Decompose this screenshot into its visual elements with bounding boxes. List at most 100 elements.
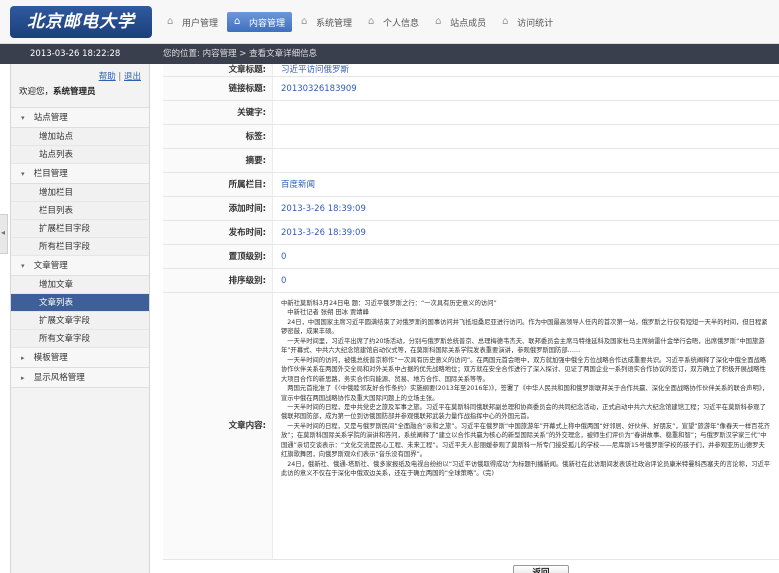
link-label: 链接标题: xyxy=(163,77,273,100)
chevron-left-icon: ◂ xyxy=(1,228,6,237)
nav-content-management[interactable]: ⌂ 内容管理 xyxy=(227,12,293,32)
sidebar: 帮助 | 退出 欢迎您，系统管理员 ▾ 站点管理 增加站点 站点列表 ▾ 栏目管… xyxy=(10,64,150,573)
tags-value xyxy=(273,125,779,148)
logout-link[interactable]: 退出 xyxy=(124,72,141,82)
home-icon: ⌂ xyxy=(435,16,442,27)
main-nav: ⌂ 用户管理 ⌂ 内容管理 ⌂ 系统管理 ⌂ 个人信息 ⌂ 站点成员 ⌂ 访问统… xyxy=(160,12,562,32)
home-icon: ⌂ xyxy=(167,16,174,27)
row-tags: 标签: xyxy=(163,125,779,149)
content-paragraph: 一天半时间的日程，又是与俄罗斯民间“全面融合”亲和之旅”。习近平在俄罗斯“中国旅… xyxy=(281,422,771,459)
title-value: 习近平访问俄罗斯 xyxy=(281,65,350,75)
welcome-text: 欢迎您，系统管理员 xyxy=(19,85,141,97)
content-paragraph: 中新社莫斯科3月24日电 题：习近平俄罗斯之行：“一次具有历史意义的访问” xyxy=(281,300,497,307)
sidebar-item-extend-article-fields[interactable]: 扩展文章字段 xyxy=(11,312,149,330)
university-logo: 北京邮电大学 xyxy=(10,6,152,38)
tags-label: 标签: xyxy=(163,125,273,148)
nav-label: 访问统计 xyxy=(517,18,554,29)
top-bar: 北京邮电大学 ⌂ 用户管理 ⌂ 内容管理 ⌂ 系统管理 ⌂ 个人信息 ⌂ 站点成… xyxy=(0,0,779,44)
keywords-label: 关键字: xyxy=(163,101,273,124)
content-paragraph: 24日，俄新社、俄通-塔斯社、俄多家报纸及电视台纷纷以“习近平访俄取得成功”为标… xyxy=(281,460,771,478)
added-time-label: 添加时间: xyxy=(163,197,273,220)
content-paragraph: 一天半时间的日程，是中共党史之旅及军事之旅。习近平在莫斯科同俄联邦副总理和协商委… xyxy=(281,403,766,421)
content-paragraph: 中新社记者 张朔 田冰 贾靖峰 xyxy=(281,309,369,317)
summary-value xyxy=(273,149,779,172)
section-label: 栏目管理 xyxy=(33,169,68,179)
sidebar-item-all-column-fields[interactable]: 所有栏目字段 xyxy=(11,238,149,256)
publish-time-label: 发布时间: xyxy=(163,221,273,244)
back-button[interactable]: 返回 xyxy=(513,565,569,573)
row-content: 文章内容: 中新社莫斯科3月24日电 题：习近平俄罗斯之行：“一次具有历史意义的… xyxy=(163,293,779,560)
chevron-right-icon: ▸ xyxy=(21,354,25,362)
row-link: 链接标题: 20130326183909 xyxy=(163,77,779,101)
section-label: 文章管理 xyxy=(33,261,68,271)
welcome-prefix: 欢迎您， xyxy=(19,87,54,97)
article-content: 中新社莫斯科3月24日电 题：习近平俄罗斯之行：“一次具有历史意义的访问” 中新… xyxy=(273,293,779,559)
section-label: 显示风格管理 xyxy=(33,373,85,383)
welcome-user: 系统管理员 xyxy=(53,87,96,97)
sidebar-section-style[interactable]: ▸ 显示风格管理 xyxy=(11,368,149,388)
chevron-down-icon: ▾ xyxy=(21,262,25,270)
row-title: 文章标题: 习近平访问俄罗斯 xyxy=(163,64,779,77)
nav-label: 系统管理 xyxy=(316,18,353,29)
nav-label: 个人信息 xyxy=(383,18,420,29)
user-links: 帮助 | 退出 xyxy=(19,70,141,82)
sidebar-section-column[interactable]: ▾ 栏目管理 xyxy=(11,164,149,184)
content-paragraph: 一天半时间的访问，被俄总统普京称作“一次具有历史意义的访问”。在两国元首会晤中，… xyxy=(281,356,767,383)
home-icon: ⌂ xyxy=(368,16,375,27)
content-label: 文章内容: xyxy=(163,293,273,559)
row-sort-level: 排序级别: 0 xyxy=(163,269,779,293)
sort-level-label: 排序级别: xyxy=(163,269,273,292)
sidebar-item-all-article-fields[interactable]: 所有文章字段 xyxy=(11,330,149,348)
nav-label: 内容管理 xyxy=(249,18,286,29)
row-summary: 摘要: xyxy=(163,149,779,173)
nav-user-management[interactable]: ⌂ 用户管理 xyxy=(160,12,225,32)
user-box: 帮助 | 退出 欢迎您，系统管理员 xyxy=(11,64,149,108)
added-time-value: 2013-3-26 18:39:09 xyxy=(281,204,366,214)
title-label: 文章标题: xyxy=(163,64,273,76)
article-detail: 文章标题: 习近平访问俄罗斯 链接标题: 20130326183909 关键字:… xyxy=(163,64,779,573)
nav-site-members[interactable]: ⌂ 站点成员 xyxy=(428,12,493,32)
content-paragraph: 一天半时间里，习近平出席了约20场活动，分别与俄罗斯总统普京、总理梅德韦杰夫、联… xyxy=(281,337,765,355)
row-top-level: 置顶级别: 0 xyxy=(163,245,779,269)
publish-time-value: 2013-3-26 18:39:09 xyxy=(281,228,366,238)
sidebar-item-add-site[interactable]: 增加站点 xyxy=(11,128,149,146)
row-column: 所属栏目: 百度新闻 xyxy=(163,173,779,197)
section-label: 模板管理 xyxy=(33,353,68,363)
column-label: 所属栏目: xyxy=(163,173,273,196)
link-value: 20130326183909 xyxy=(281,84,357,94)
help-link[interactable]: 帮助 xyxy=(99,72,116,82)
nav-system-management[interactable]: ⌂ 系统管理 xyxy=(294,12,359,32)
row-keywords: 关键字: xyxy=(163,101,779,125)
sidebar-section-template[interactable]: ▸ 模板管理 xyxy=(11,348,149,368)
summary-label: 摘要: xyxy=(163,149,273,172)
nav-label: 站点成员 xyxy=(450,18,487,29)
sidebar-section-article[interactable]: ▾ 文章管理 xyxy=(11,256,149,276)
sidebar-section-site[interactable]: ▾ 站点管理 xyxy=(11,108,149,128)
chevron-down-icon: ▾ xyxy=(21,114,25,122)
row-added-time: 添加时间: 2013-3-26 18:39:09 xyxy=(163,197,779,221)
chevron-down-icon: ▾ xyxy=(21,170,25,178)
nav-personal-info[interactable]: ⌂ 个人信息 xyxy=(361,12,426,32)
top-level-label: 置顶级别: xyxy=(163,245,273,268)
nav-visit-stats[interactable]: ⌂ 访问统计 xyxy=(495,12,560,32)
nav-label: 用户管理 xyxy=(182,18,219,29)
top-level-value: 0 xyxy=(281,252,287,262)
home-icon: ⌂ xyxy=(502,16,509,27)
links-separator: | xyxy=(118,72,122,82)
content-paragraph: 24日，中国国家主席习近平圆满结束了对俄罗斯的国事访问并飞抵坦桑尼亚进行访问。作… xyxy=(281,318,768,336)
action-row: 返回 xyxy=(163,560,779,573)
keywords-value xyxy=(273,101,779,124)
sidebar-item-article-list[interactable]: 文章列表 xyxy=(11,294,149,312)
sidebar-item-column-list[interactable]: 栏目列表 xyxy=(11,202,149,220)
sidebar-item-extend-column-fields[interactable]: 扩展栏目字段 xyxy=(11,220,149,238)
sidebar-item-site-list[interactable]: 站点列表 xyxy=(11,146,149,164)
section-label: 站点管理 xyxy=(33,113,68,123)
row-publish-time: 发布时间: 2013-3-26 18:39:09 xyxy=(163,221,779,245)
column-value: 百度新闻 xyxy=(281,180,316,190)
home-icon: ⌂ xyxy=(301,16,308,27)
content-paragraph: 两国元首批准了《〈中俄睦邻友好合作条约〉实施纲要(2013年至2016年)》，签… xyxy=(281,385,769,402)
sidebar-collapse-handle[interactable]: ◂ xyxy=(0,214,8,254)
sidebar-item-add-column[interactable]: 增加栏目 xyxy=(11,184,149,202)
chevron-right-icon: ▸ xyxy=(21,374,25,382)
sidebar-item-add-article[interactable]: 增加文章 xyxy=(11,276,149,294)
